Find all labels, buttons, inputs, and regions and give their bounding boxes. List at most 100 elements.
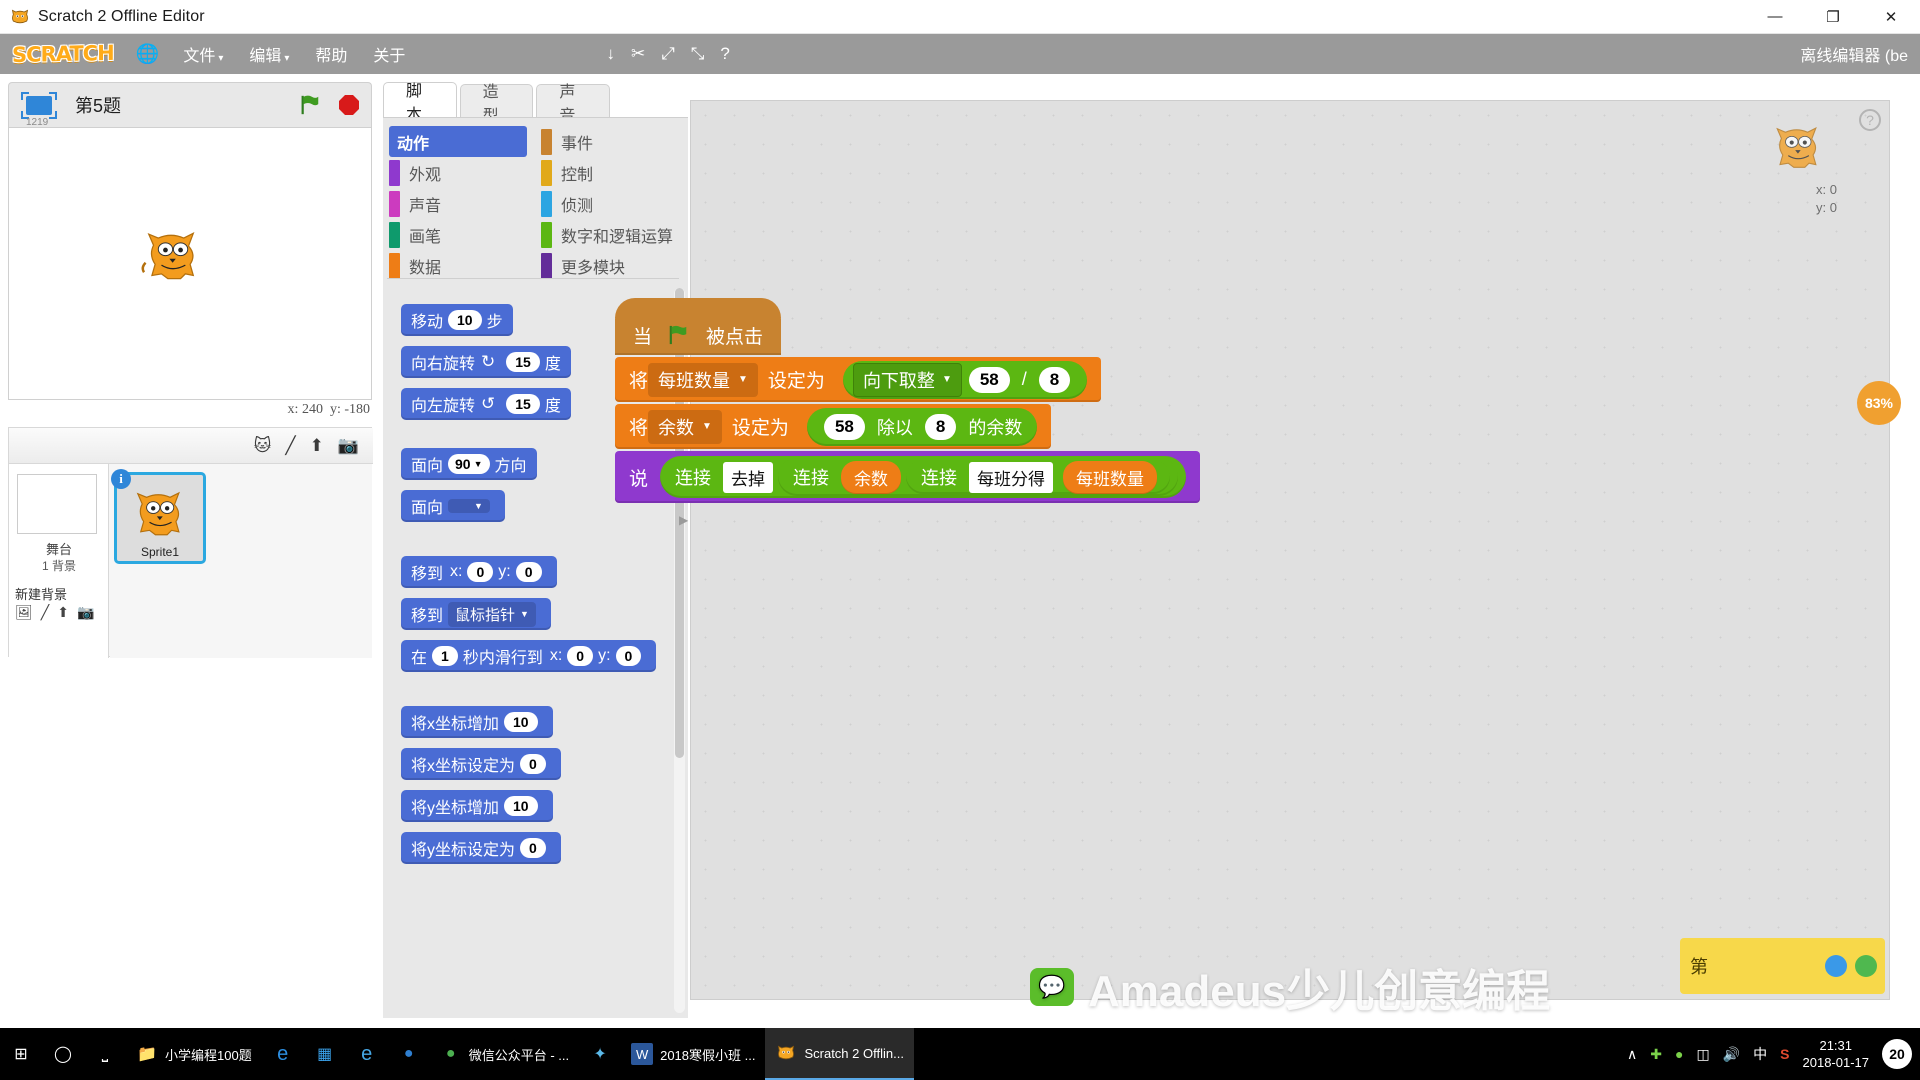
zoom-level-badge[interactable]: 83%: [1857, 381, 1901, 425]
backdrop-library-icon[interactable]: 🖼: [15, 604, 33, 621]
script-canvas[interactable]: x: 0 y: 0 ? 83%: [690, 100, 1901, 1000]
block-dropdown-target[interactable]: 鼠标指针 ▼: [448, 601, 536, 627]
operand-a[interactable]: 58: [968, 366, 1010, 393]
category-sensing[interactable]: 侦测: [541, 188, 687, 219]
palette-block-point-towards[interactable]: 面向 ▼: [401, 490, 505, 522]
close-button[interactable]: ✕: [1862, 0, 1920, 34]
stage-canvas[interactable]: [8, 127, 372, 400]
menu-edit[interactable]: 编辑 ▾: [249, 42, 289, 66]
palette-block-set-y-to[interactable]: 将y坐标设定为 0: [401, 832, 561, 864]
operand-a[interactable]: 58: [823, 413, 865, 440]
block-input-dx[interactable]: 10: [504, 712, 538, 732]
duplicate-icon[interactable]: ↓: [606, 44, 615, 64]
taskbar-item-edge[interactable]: e: [262, 1028, 304, 1080]
palette-expand-arrow-icon[interactable]: ▶: [679, 513, 688, 527]
taskbar-item-browser[interactable]: ●: [388, 1028, 430, 1080]
operand-b[interactable]: 8: [924, 413, 957, 440]
category-events[interactable]: 事件: [541, 126, 687, 157]
block-input-x[interactable]: 0: [520, 754, 546, 774]
taskbar-item-word[interactable]: W 2018寒假小班 ...: [621, 1028, 765, 1080]
upload-sprite-icon[interactable]: ⬆: [310, 436, 324, 456]
taskbar-item-wechat-platform[interactable]: ● 微信公众平台 - ...: [430, 1028, 579, 1080]
block-input-y[interactable]: 0: [615, 646, 642, 666]
minimize-button[interactable]: —: [1746, 0, 1804, 34]
palette-block-set-x-to[interactable]: 将x坐标设定为 0: [401, 748, 561, 780]
browser-green-icon[interactable]: ●: [1675, 1046, 1683, 1062]
taskbar-item-ie[interactable]: e: [346, 1028, 388, 1080]
block-set-variable-1[interactable]: 将 每班数量 ▼ 设定为 向下取整 ▼ 58 / 8: [615, 357, 1102, 402]
sogou-icon[interactable]: S: [1780, 1046, 1789, 1062]
taskbar-item-app-blue[interactable]: ✦: [579, 1028, 621, 1080]
globe-icon[interactable]: 🌐: [136, 42, 160, 66]
stop-button-icon[interactable]: [339, 95, 359, 115]
popup-icon-blue[interactable]: [1825, 955, 1847, 977]
task-view-button[interactable]: ⎵: [84, 1028, 126, 1080]
paint-new-sprite-icon[interactable]: ╱: [285, 436, 295, 456]
join-text-input-1[interactable]: 去掉: [723, 461, 774, 493]
paint-backdrop-icon[interactable]: ╱: [41, 604, 49, 621]
block-input-degrees[interactable]: 15: [506, 394, 540, 414]
help-icon[interactable]: ?: [720, 44, 729, 64]
camera-backdrop-icon[interactable]: 📷: [77, 604, 94, 621]
palette-block-turn-left[interactable]: 向左旋转 ↺ 15 度: [401, 388, 571, 420]
tray-expand-chevron-icon[interactable]: ∧: [1627, 1046, 1637, 1063]
new-sprite-library-icon[interactable]: 🐱: [254, 436, 272, 456]
yellow-popup-notice[interactable]: 第: [1680, 938, 1885, 994]
palette-block-glide-to-xy[interactable]: 在 1 秒内滑行到 x: 0 y: 0: [401, 640, 657, 672]
stage-selector-icon[interactable]: 1219: [21, 91, 57, 128]
block-join-outer[interactable]: 连接 去掉 连接 余数 连接 每班分得 每班数量: [660, 456, 1187, 498]
sprite-info-badge[interactable]: i: [111, 469, 131, 489]
category-motion[interactable]: 动作: [389, 126, 527, 157]
palette-block-turn-right[interactable]: 向右旋转 ↻ 15 度: [401, 346, 571, 378]
taskbar-item-folder[interactable]: 📁 小学编程100题: [126, 1028, 262, 1080]
join-text-input-2[interactable]: 每班分得: [969, 461, 1054, 493]
palette-block-go-to-pointer[interactable]: 移到 鼠标指针 ▼: [401, 598, 551, 630]
upload-backdrop-icon[interactable]: ⬆: [57, 604, 69, 621]
camera-sprite-icon[interactable]: 📷: [338, 436, 359, 456]
start-button[interactable]: ⊞: [0, 1028, 42, 1080]
block-join-middle[interactable]: 连接 余数 连接 每班分得 每班数量: [778, 458, 1179, 496]
notification-count-badge[interactable]: 20: [1882, 1039, 1912, 1069]
block-join-inner[interactable]: 连接 每班分得 每班数量: [906, 460, 1171, 494]
tab-sounds[interactable]: 声音: [536, 84, 611, 125]
taskbar-item-store[interactable]: ▦: [304, 1028, 346, 1080]
block-dropdown-towards[interactable]: ▼: [448, 499, 490, 513]
block-when-flag-clicked[interactable]: 当 被点击: [615, 298, 782, 355]
operand-b[interactable]: 8: [1038, 366, 1071, 393]
menu-help[interactable]: 帮助: [315, 42, 347, 66]
category-more-blocks[interactable]: 更多模块: [541, 250, 687, 281]
math-function-dropdown[interactable]: 向下取整 ▼: [852, 362, 962, 397]
stage-column[interactable]: 舞台 1 背景 新建背景 🖼 ╱ ⬆ 📷: [9, 464, 109, 658]
block-input-y[interactable]: 0: [515, 562, 542, 582]
block-mod-operator[interactable]: 58 除以 8 的余数: [806, 407, 1038, 446]
block-input-x[interactable]: 0: [467, 562, 494, 582]
block-input-degrees[interactable]: 15: [506, 352, 540, 372]
taskbar-clock[interactable]: 21:31 2018-01-17: [1803, 1037, 1870, 1071]
category-looks[interactable]: 外观: [389, 157, 535, 188]
stage-cat-sprite[interactable]: [139, 223, 211, 285]
menu-file[interactable]: 文件 ▾: [183, 42, 223, 66]
maximize-button[interactable]: ❐: [1804, 0, 1862, 34]
variable-dropdown-2[interactable]: 余数 ▼: [648, 409, 722, 444]
tab-scripts[interactable]: 脚本: [383, 82, 457, 124]
taskbar-item-scratch[interactable]: Scratch 2 Offlin...: [765, 1028, 914, 1080]
question-mark-icon[interactable]: ?: [1859, 109, 1881, 131]
cut-icon[interactable]: ✂: [631, 44, 645, 64]
palette-block-go-to-xy[interactable]: 移到 x: 0 y: 0: [401, 556, 557, 588]
stage-thumbnail[interactable]: [17, 474, 97, 534]
green-flag-icon[interactable]: [299, 94, 321, 116]
sprite-card-sprite1[interactable]: i Sprite1: [111, 469, 206, 564]
block-dropdown-direction[interactable]: 90 ▼: [448, 454, 490, 474]
shrink-icon[interactable]: ⤡: [691, 44, 705, 64]
grow-icon[interactable]: ⤢: [661, 44, 675, 64]
tab-costumes[interactable]: 造型: [459, 84, 534, 125]
palette-block-move-steps[interactable]: 移动 10 步: [401, 304, 513, 336]
variable-dropdown-1[interactable]: 每班数量 ▼: [648, 362, 758, 397]
category-sound[interactable]: 声音: [389, 188, 535, 219]
search-button[interactable]: ◯: [42, 1028, 84, 1080]
block-say[interactable]: 说 连接 去掉 连接 余数 连接 每班分得 每班数量: [615, 451, 1201, 503]
block-math-function-floor[interactable]: 向下取整 ▼ 58 / 8: [842, 360, 1088, 399]
category-control[interactable]: 控制: [541, 157, 687, 188]
block-set-variable-2[interactable]: 将 余数 ▼ 设定为 58 除以 8 的余数: [615, 404, 1052, 449]
variable-reporter-yushu[interactable]: 余数: [841, 460, 902, 494]
